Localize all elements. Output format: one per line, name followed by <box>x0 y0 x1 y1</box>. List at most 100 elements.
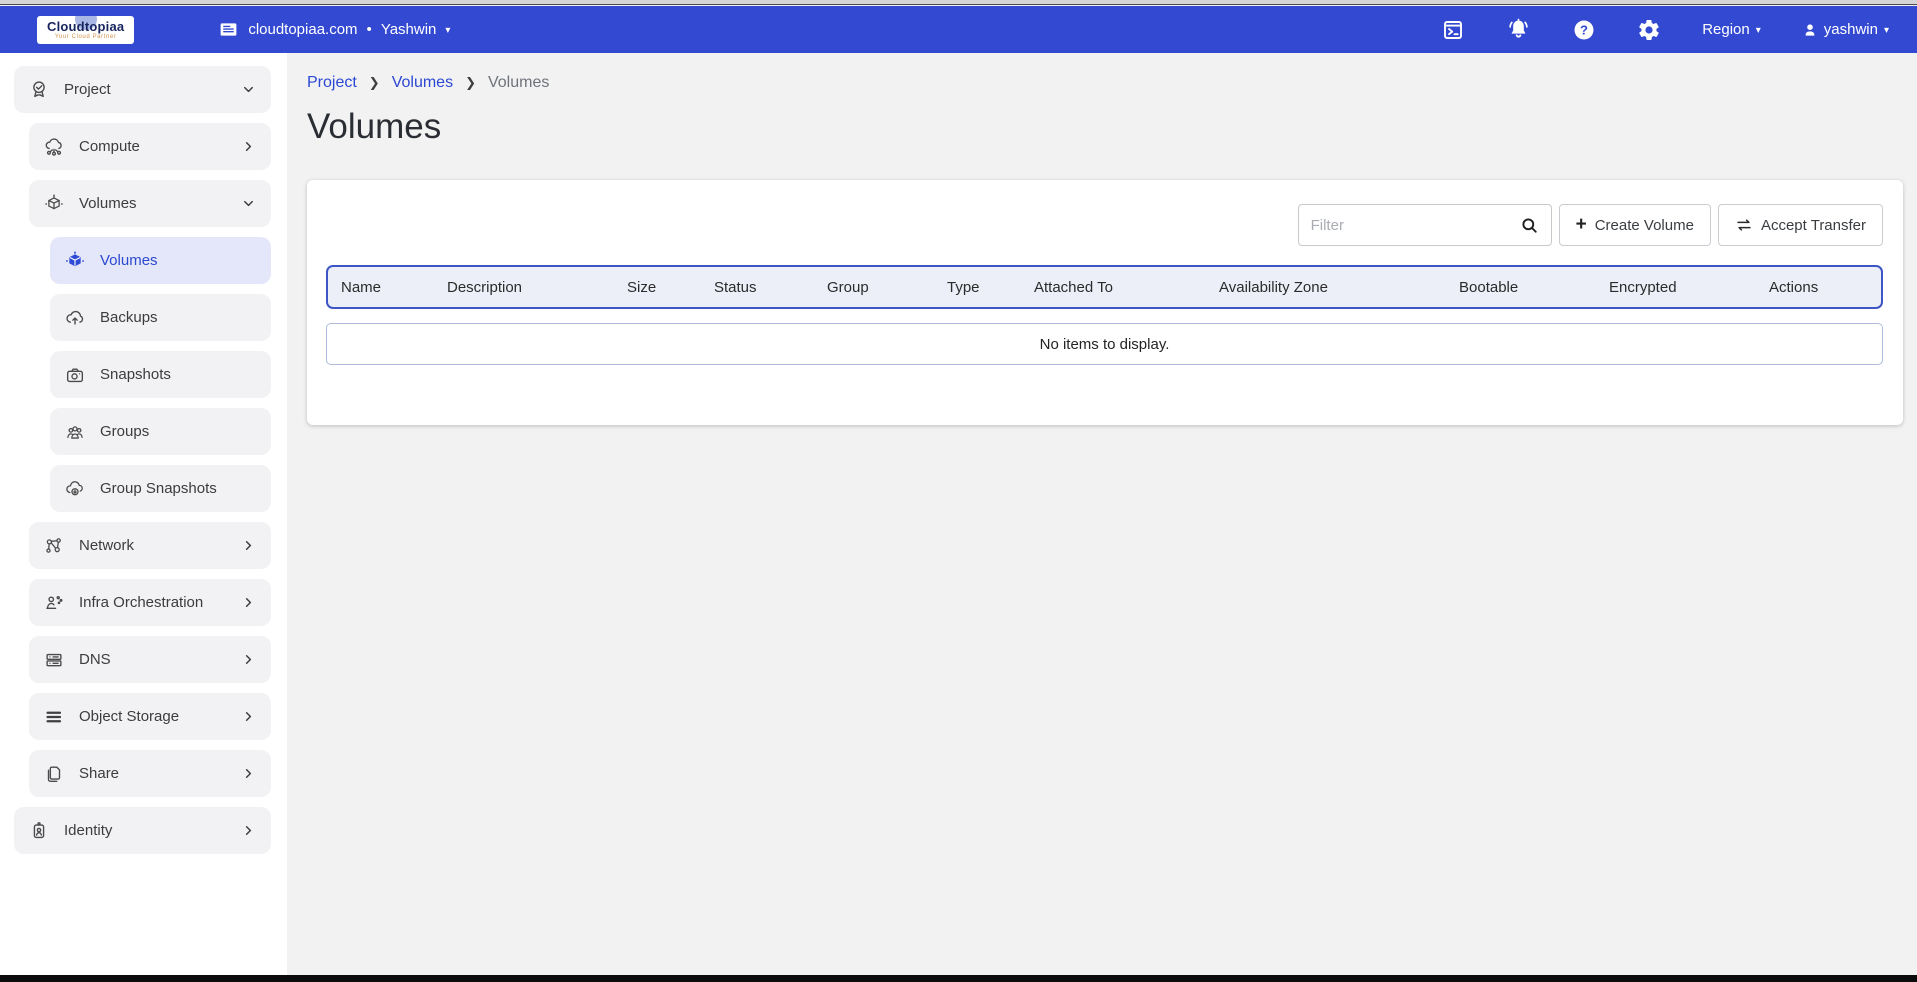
sidebar-item-backups[interactable]: Backups <box>50 294 271 341</box>
region-dropdown[interactable]: Region ▾ <box>1702 21 1761 38</box>
sidebar-item-label: Share <box>79 765 119 782</box>
chevron-down-icon <box>241 82 256 97</box>
main-content: Project ❯ Volumes ❯ Volumes Volumes + Cr… <box>287 53 1917 975</box>
sidebar-item-volumes-parent[interactable]: Volumes <box>29 180 271 227</box>
volumes-table-header: Name Description Size Status Group Type … <box>326 265 1883 309</box>
chevron-right-icon <box>241 538 256 553</box>
console-icon[interactable] <box>1441 18 1465 42</box>
window-top-strip <box>0 0 1917 5</box>
sidebar-item-snapshots[interactable]: Snapshots <box>50 351 271 398</box>
breadcrumb-volumes[interactable]: Volumes <box>392 74 453 92</box>
search-icon[interactable] <box>1520 216 1539 235</box>
topbar-actions: ? Region ▾ yashwin ▾ <box>1441 17 1917 42</box>
volumes-card: + Create Volume Accept Transfer Name Des… <box>307 180 1903 425</box>
sidebar-item-label: Snapshots <box>100 366 171 383</box>
username: yashwin <box>1824 21 1878 38</box>
volumes-cube-icon <box>43 193 65 215</box>
column-header-group: Group <box>827 279 947 296</box>
logo-title: Cloudtopiaa <box>47 19 124 34</box>
plus-icon: + <box>1576 215 1587 234</box>
table-toolbar: + Create Volume Accept Transfer <box>326 204 1883 246</box>
help-icon[interactable]: ? <box>1572 18 1596 42</box>
chevron-right-icon <box>241 652 256 667</box>
breadcrumb-separator-icon: ❯ <box>369 75 380 91</box>
sidebar-item-label: Project <box>64 81 111 98</box>
sidebar-item-label: Network <box>79 537 134 554</box>
chevron-right-icon <box>241 139 256 154</box>
chevron-right-icon <box>241 595 256 610</box>
chevron-down-icon <box>241 196 256 211</box>
sidebar-item-object-storage[interactable]: Object Storage <box>29 693 271 740</box>
sidebar-item-groups[interactable]: Groups <box>50 408 271 455</box>
column-header-description: Description <box>447 279 627 296</box>
region-label: Region <box>1702 21 1750 38</box>
create-volume-label: Create Volume <box>1595 217 1694 234</box>
sidebar-item-compute[interactable]: Compute <box>29 123 271 170</box>
backup-cloud-upload-icon <box>64 307 86 329</box>
settings-gear-icon[interactable] <box>1637 18 1661 42</box>
column-header-status: Status <box>714 279 827 296</box>
domain-card-icon <box>218 19 239 40</box>
sidebar-item-label: Group Snapshots <box>100 480 217 497</box>
chevron-right-icon <box>241 709 256 724</box>
filter-input[interactable] <box>1311 217 1514 234</box>
domain-project-dropdown[interactable]: cloudtopiaa.com • Yashwin ▾ <box>218 19 450 40</box>
sidebar-item-volumes[interactable]: Volumes <box>50 237 271 284</box>
breadcrumb-separator-icon: ❯ <box>465 75 476 91</box>
sidebar-item-infra-orchestration[interactable]: Infra Orchestration <box>29 579 271 626</box>
sidebar-item-group-snapshots[interactable]: Group Snapshots <box>50 465 271 512</box>
column-header-bootable: Bootable <box>1459 279 1609 296</box>
orchestration-person-icon <box>43 592 65 614</box>
volumes-cube-icon-active <box>64 250 86 272</box>
sidebar: Project Compute Volumes <box>0 53 287 975</box>
column-header-type: Type <box>947 279 1034 296</box>
sidebar-item-dns[interactable]: DNS <box>29 636 271 683</box>
sidebar-item-project[interactable]: Project <box>14 66 271 113</box>
sidebar-item-label: Identity <box>64 822 112 839</box>
group-snapshot-cloud-icon <box>64 478 86 500</box>
filter-field <box>1298 204 1552 246</box>
notifications-bell-icon[interactable] <box>1506 17 1531 42</box>
domain-separator: • <box>367 21 372 38</box>
sidebar-item-label: Infra Orchestration <box>79 594 203 611</box>
sidebar-item-label: Backups <box>100 309 158 326</box>
accept-transfer-label: Accept Transfer <box>1761 217 1866 234</box>
caret-down-icon: ▾ <box>445 26 450 36</box>
accept-transfer-button[interactable]: Accept Transfer <box>1718 204 1883 246</box>
compute-cloud-icon <box>43 136 65 158</box>
transfer-arrows-icon <box>1735 216 1753 234</box>
app-window: Cloudtopiaa Your Cloud Partner cloudtopi… <box>0 0 1917 982</box>
snapshot-camera-icon <box>64 364 86 386</box>
topbar: Cloudtopiaa Your Cloud Partner cloudtopi… <box>0 6 1917 53</box>
empty-message: No items to display. <box>1040 336 1170 353</box>
sidebar-item-network[interactable]: Network <box>29 522 271 569</box>
sidebar-item-label: Compute <box>79 138 140 155</box>
dns-servers-icon <box>43 649 65 671</box>
sidebar-item-label: Volumes <box>100 252 158 269</box>
sidebar-item-label: Volumes <box>79 195 137 212</box>
sidebar-item-identity[interactable]: Identity <box>14 807 271 854</box>
user-dropdown[interactable]: yashwin ▾ <box>1802 21 1889 38</box>
column-header-attached-to: Attached To <box>1034 279 1219 296</box>
user-icon <box>1802 22 1818 38</box>
object-storage-bars-icon <box>43 706 65 728</box>
breadcrumb-project[interactable]: Project <box>307 74 357 92</box>
domain-name: cloudtopiaa.com <box>248 21 357 38</box>
sidebar-item-label: Groups <box>100 423 149 440</box>
project-badge-icon <box>28 79 50 101</box>
column-header-availability-zone: Availability Zone <box>1219 279 1459 296</box>
sidebar-item-label: DNS <box>79 651 111 668</box>
column-header-name: Name <box>341 279 447 296</box>
caret-down-icon: ▾ <box>1884 26 1889 36</box>
create-volume-button[interactable]: + Create Volume <box>1559 204 1711 246</box>
breadcrumb-current: Volumes <box>488 74 549 92</box>
chevron-right-icon <box>241 823 256 838</box>
sidebar-item-share[interactable]: Share <box>29 750 271 797</box>
empty-table-row: No items to display. <box>326 323 1883 365</box>
brand-logo[interactable]: Cloudtopiaa Your Cloud Partner <box>37 16 134 44</box>
logo-tagline: Your Cloud Partner <box>47 34 124 40</box>
column-header-size: Size <box>627 279 714 296</box>
column-header-actions: Actions <box>1769 279 1881 296</box>
share-pages-icon <box>43 763 65 785</box>
caret-down-icon: ▾ <box>1756 26 1761 36</box>
